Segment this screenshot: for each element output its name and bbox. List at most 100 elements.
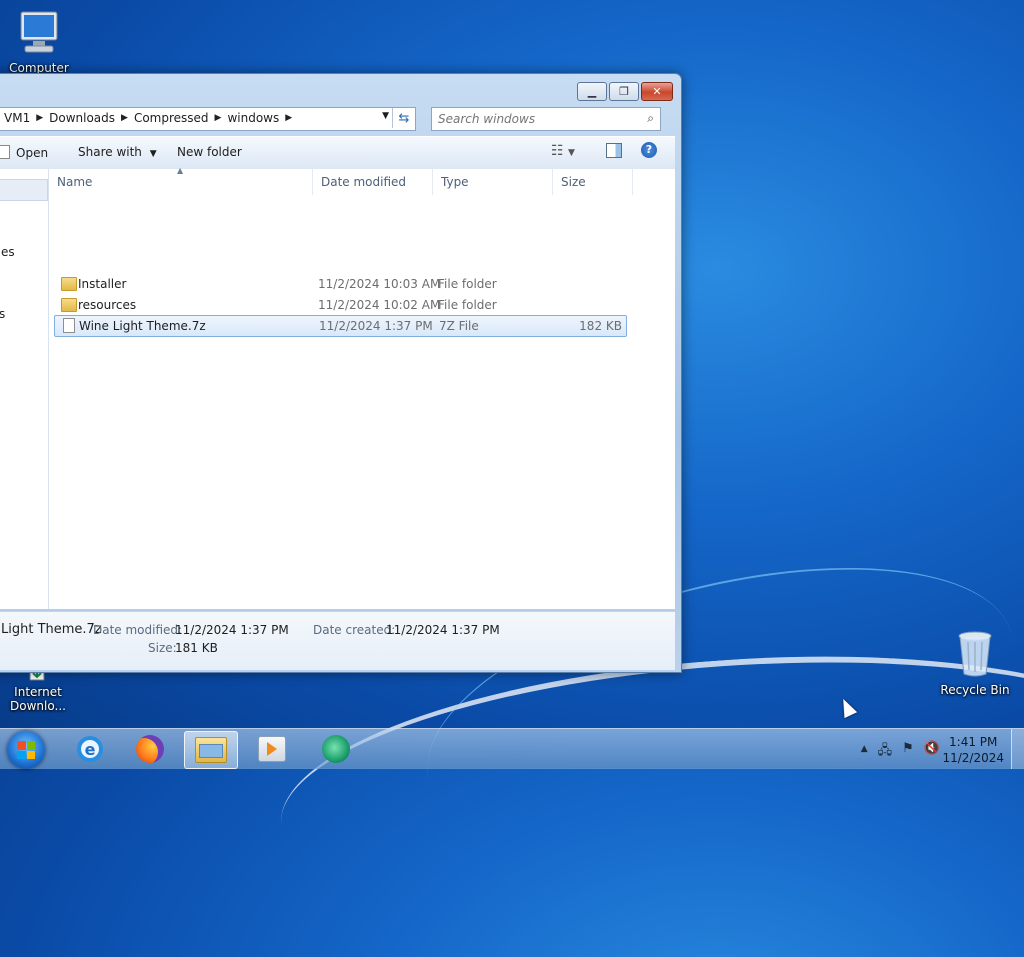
breadcrumb-item[interactable]: windows (223, 111, 283, 125)
chevron-right-icon[interactable]: ▶ (215, 113, 222, 123)
navigation-pane: es s (0, 169, 49, 609)
column-header-label: Size (561, 175, 586, 189)
file-type: File folder (438, 298, 497, 312)
file-date: 11/2/2024 10:03 AM (318, 277, 441, 291)
share-with-label: Share with (78, 145, 142, 159)
file-row-resources[interactable]: resources 11/2/2024 10:02 AM File folder (54, 295, 627, 315)
taskbar-app-media-player[interactable] (246, 731, 298, 767)
media-player-icon (258, 736, 286, 762)
file-row-wine-light-theme[interactable]: Wine Light Theme.7z 11/2/2024 1:37 PM 7Z… (54, 315, 627, 337)
internet-explorer-icon: e (77, 736, 103, 762)
volume-muted-icon[interactable]: 🔇 (924, 741, 940, 763)
new-folder-button[interactable]: New folder (177, 145, 242, 159)
window-controls: ▁ ❐ ✕ (575, 82, 673, 101)
help-icon[interactable]: ? (641, 142, 657, 158)
show-hidden-icons-icon[interactable]: ▲ (861, 744, 868, 763)
preview-pane-icon[interactable] (606, 143, 622, 158)
refresh-button[interactable]: ⇆ (392, 108, 415, 128)
download-manager-icon (322, 735, 350, 763)
details-pane: Light Theme.7z Date modified: 11/2/2024 … (0, 611, 675, 670)
restore-button[interactable]: ❐ (609, 82, 639, 101)
open-button[interactable]: Open (0, 145, 48, 160)
windows-logo-icon (17, 741, 35, 759)
taskbar-app-download-manager[interactable] (310, 731, 362, 767)
details-filename: Light Theme.7z (1, 622, 102, 637)
details-size-label: Size: (148, 641, 177, 655)
file-date: 11/2/2024 10:02 AM (318, 298, 441, 312)
action-center-flag-icon[interactable]: ⚑ (902, 741, 914, 763)
nav-item-label[interactable]: s (0, 307, 5, 321)
taskbar-app-firefox[interactable] (124, 731, 176, 767)
file-row-installer[interactable]: Installer 11/2/2024 10:03 AM File folder (54, 274, 627, 294)
new-folder-label: New folder (177, 145, 242, 159)
chevron-down-icon: ▼ (568, 148, 575, 158)
desktop-icon-computer[interactable]: Computer (2, 8, 76, 75)
notification-area: ▲ 🖧 ⚑ 🔇 (861, 741, 940, 763)
system-clock[interactable]: 1:41 PM 11/2/2024 (942, 734, 1004, 766)
chevron-down-icon: ▼ (149, 149, 157, 159)
open-button-label: Open (16, 146, 49, 160)
taskbar: e ▲ 🖧 ⚑ 🔇 1:41 PM 11/2/2024 (0, 728, 1024, 769)
folder-icon (61, 277, 77, 291)
search-icon[interactable]: ⌕ (647, 111, 654, 126)
close-icon: ✕ (652, 85, 662, 98)
chevron-right-icon[interactable]: ▶ (36, 113, 43, 123)
file-name: Wine Light Theme.7z (79, 319, 206, 333)
column-header-name[interactable]: ▲ Name (49, 166, 313, 195)
file-date: 11/2/2024 1:37 PM (319, 319, 433, 333)
breadcrumb: VM1 ▶ Downloads ▶ Compressed ▶ windows ▶ (0, 111, 294, 125)
column-header-size[interactable]: Size (553, 169, 633, 195)
breadcrumb-item[interactable]: VM1 (0, 111, 34, 125)
details-date-modified-label: Date modified: (93, 623, 183, 637)
firefox-icon (136, 735, 164, 763)
refresh-icon: ⇆ (398, 110, 410, 126)
desktop-icon-recycle-bin[interactable]: Recycle Bin (938, 628, 1012, 697)
file-type: File folder (438, 277, 497, 291)
file-name: resources (78, 298, 137, 312)
nav-item-selected[interactable] (0, 179, 48, 201)
folder-icon (61, 298, 77, 312)
share-with-button[interactable]: Share with ▼ (78, 145, 157, 159)
clock-date: 11/2/2024 (942, 751, 1004, 765)
minimize-button[interactable]: ▁ (577, 82, 607, 101)
taskbar-app-internet-explorer[interactable]: e (64, 731, 116, 767)
search-input[interactable] (436, 109, 640, 129)
address-bar[interactable]: VM1 ▶ Downloads ▶ Compressed ▶ windows ▶… (0, 107, 416, 131)
file-icon (63, 318, 75, 333)
recycle-bin-icon (958, 631, 992, 677)
clock-time: 1:41 PM (949, 735, 998, 749)
start-button[interactable] (7, 731, 45, 769)
close-button[interactable]: ✕ (641, 82, 673, 101)
details-date-created-label: Date created: (313, 623, 396, 637)
windows-explorer-icon (195, 737, 227, 763)
minimize-icon: ▁ (587, 85, 597, 98)
column-header-label: Type (441, 175, 469, 189)
command-bar: Open Share with ▼ New folder ☷ ▼ ? (0, 136, 675, 170)
explorer-window: ▁ ❐ ✕ VM1 ▶ Downloads ▶ Compressed ▶ win… (0, 73, 682, 673)
address-history-dropdown[interactable]: ▼ (382, 111, 389, 121)
column-header-label: Name (57, 175, 93, 189)
breadcrumb-item[interactable]: Downloads (45, 111, 119, 125)
computer-icon (20, 11, 58, 53)
desktop-icon-label: Recycle Bin (940, 683, 1010, 697)
file-type: 7Z File (439, 319, 479, 333)
chevron-right-icon[interactable]: ▶ (121, 113, 128, 123)
chevron-right-icon[interactable]: ▶ (285, 113, 292, 123)
breadcrumb-item[interactable]: Compressed (130, 111, 213, 125)
taskbar-app-windows-explorer[interactable] (184, 731, 238, 769)
change-view-button[interactable]: ☷ ▼ (551, 143, 575, 159)
show-desktop-button[interactable] (1011, 729, 1024, 769)
column-header-type[interactable]: Type (433, 169, 553, 195)
column-header-date-modified[interactable]: Date modified (313, 169, 433, 195)
details-date-modified: 11/2/2024 1:37 PM (175, 623, 289, 637)
details-size: 181 KB (175, 641, 218, 655)
nav-item-label[interactable]: es (1, 245, 15, 259)
desktop-icon-label: Internet Downlo... (10, 685, 66, 713)
details-date-created: 11/2/2024 1:37 PM (386, 623, 500, 637)
file-list: ▲ Name Date modified Type Size Installer… (49, 166, 675, 609)
network-icon[interactable]: 🖧 (878, 741, 893, 763)
file-name: Installer (78, 277, 127, 291)
sort-ascending-icon: ▲ (177, 166, 184, 175)
search-box: ⌕ (431, 107, 661, 131)
restore-icon: ❐ (619, 85, 629, 98)
